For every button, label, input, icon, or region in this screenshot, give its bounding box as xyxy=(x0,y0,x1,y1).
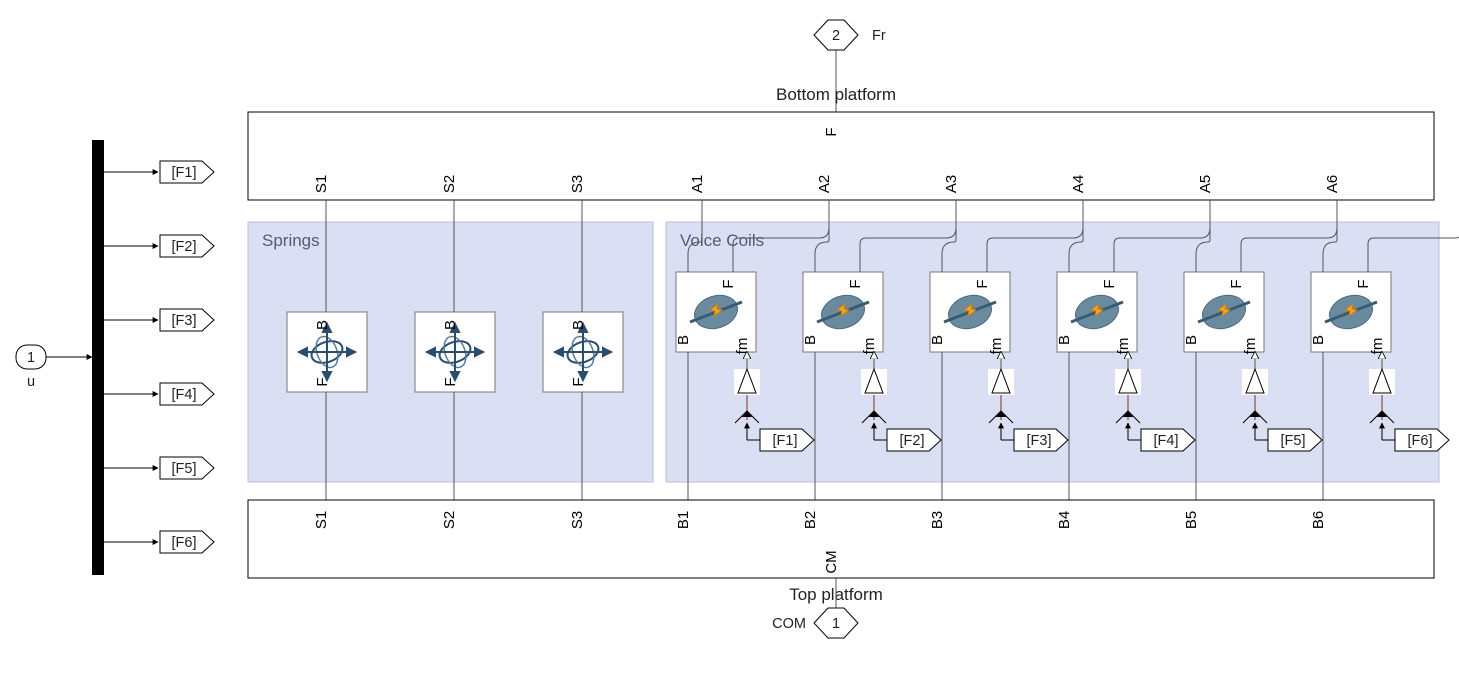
svg-text:fm: fm xyxy=(734,338,751,355)
top-platform-cm-port: CM xyxy=(823,550,840,573)
svg-text:B1: B1 xyxy=(675,511,692,529)
svg-text:[F1]: [F1] xyxy=(172,165,197,181)
svg-text:B3: B3 xyxy=(929,511,946,529)
svg-text:F: F xyxy=(720,279,737,288)
svg-text:[F6]: [F6] xyxy=(172,535,197,551)
hex-port-fr: 2 Fr xyxy=(814,20,886,50)
svg-text:B: B xyxy=(314,320,331,330)
svg-text:fm: fm xyxy=(1115,338,1132,355)
svg-text:A4: A4 xyxy=(1070,175,1087,193)
svg-text:A6: A6 xyxy=(1324,175,1341,193)
demux-bar xyxy=(92,140,104,575)
svg-text:F: F xyxy=(1228,279,1245,288)
demux-outputs: [F1] [F2] [F3] [F4] [F5] [F6] xyxy=(104,161,214,553)
svg-text:S2: S2 xyxy=(441,175,458,193)
hex-port-fr-label: Fr xyxy=(872,28,886,44)
voice-coils-group-title: Voice Coils xyxy=(680,231,764,250)
bottom-platform-port-f: F xyxy=(823,127,840,136)
svg-text:B: B xyxy=(675,335,692,345)
svg-text:fm: fm xyxy=(988,338,1005,355)
svg-text:[F4]: [F4] xyxy=(1154,433,1179,449)
input-port-label: u xyxy=(27,374,35,390)
svg-text:[F2]: [F2] xyxy=(900,433,925,449)
hex-port-fr-number: 2 xyxy=(832,28,840,44)
svg-text:F: F xyxy=(570,377,587,386)
input-port-number: 1 xyxy=(27,350,35,366)
svg-text:S2: S2 xyxy=(441,511,458,529)
svg-text:B: B xyxy=(442,320,459,330)
svg-text:F: F xyxy=(442,377,459,386)
svg-text:F: F xyxy=(1101,279,1118,288)
svg-text:S1: S1 xyxy=(313,175,330,193)
svg-text:B: B xyxy=(1183,335,1200,345)
spring-block-1: B F xyxy=(287,312,367,392)
springs-group-title: Springs xyxy=(262,231,320,250)
bottom-platform-label: Bottom platform xyxy=(776,85,896,104)
svg-text:S3: S3 xyxy=(569,511,586,529)
svg-text:B: B xyxy=(929,335,946,345)
svg-text:fm: fm xyxy=(861,338,878,355)
svg-text:fm: fm xyxy=(1242,338,1259,355)
svg-text:A1: A1 xyxy=(689,175,706,193)
svg-text:F: F xyxy=(974,279,991,288)
top-platform-box xyxy=(248,500,1434,578)
svg-text:[F2]: [F2] xyxy=(172,239,197,255)
svg-text:B: B xyxy=(1310,335,1327,345)
bottom-platform-box xyxy=(248,112,1434,200)
svg-text:B2: B2 xyxy=(802,511,819,529)
svg-text:[F1]: [F1] xyxy=(773,433,798,449)
svg-text:F: F xyxy=(314,377,331,386)
svg-text:fm: fm xyxy=(1369,338,1386,355)
svg-text:[F5]: [F5] xyxy=(1281,433,1306,449)
svg-text:[F5]: [F5] xyxy=(172,461,197,477)
com-port-label: COM xyxy=(772,616,806,632)
svg-text:S3: S3 xyxy=(569,175,586,193)
svg-text:B5: B5 xyxy=(1183,511,1200,529)
com-port-number: 1 xyxy=(832,616,840,632)
demux-tag-f2: [F2] xyxy=(104,235,214,257)
svg-text:[F6]: [F6] xyxy=(1408,433,1433,449)
svg-text:[F4]: [F4] xyxy=(172,387,197,403)
svg-text:B6: B6 xyxy=(1310,511,1327,529)
demux-tag-f4: [F4] xyxy=(104,383,214,405)
svg-text:F: F xyxy=(1355,279,1372,288)
demux-tag-f5: [F5] xyxy=(104,457,214,479)
spring-block-3: B F xyxy=(543,312,623,392)
svg-text:[F3]: [F3] xyxy=(1027,433,1052,449)
demux-tag-f6: [F6] xyxy=(104,531,214,553)
input-port-u: 1 xyxy=(16,345,46,369)
spring-block-2: B F xyxy=(415,312,495,392)
svg-text:B: B xyxy=(1056,335,1073,345)
svg-text:A5: A5 xyxy=(1197,175,1214,193)
svg-text:[F3]: [F3] xyxy=(172,313,197,329)
svg-text:B: B xyxy=(802,335,819,345)
demux-tag-f1: [F1] xyxy=(104,161,214,183)
demux-tag-f3: [F3] xyxy=(104,309,214,331)
svg-text:A2: A2 xyxy=(816,175,833,193)
svg-text:B: B xyxy=(570,320,587,330)
svg-text:F: F xyxy=(847,279,864,288)
svg-text:B4: B4 xyxy=(1056,511,1073,529)
hex-port-com: 1 COM xyxy=(772,608,858,638)
svg-text:S1: S1 xyxy=(313,511,330,529)
svg-text:A3: A3 xyxy=(943,175,960,193)
